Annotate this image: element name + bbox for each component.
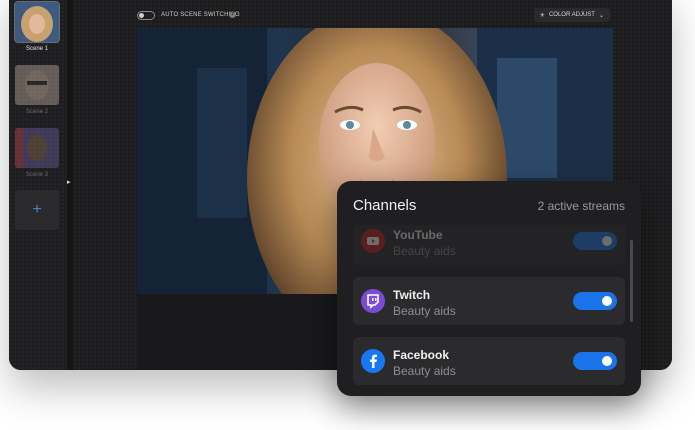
chevron-down-icon: ⌄ bbox=[598, 12, 604, 19]
channel-toggle[interactable] bbox=[573, 352, 617, 370]
channel-toggle[interactable] bbox=[573, 232, 617, 250]
channels-panel: Channels 2 active streams YouTube Beauty… bbox=[337, 181, 641, 396]
channel-name: YouTube bbox=[393, 228, 443, 242]
scene-item-2[interactable]: Scene 2 bbox=[15, 65, 59, 115]
color-adjust-label: COLOR ADJUST bbox=[548, 12, 595, 18]
scene-thumbnail bbox=[15, 128, 59, 168]
channel-name: Facebook bbox=[393, 348, 450, 362]
scene-item-3[interactable]: Scene 3 bbox=[15, 128, 59, 178]
scene-thumbnail bbox=[14, 1, 60, 43]
channel-subtitle: Beauty aids bbox=[393, 364, 456, 378]
scene-sidebar: Scene 1 Scene 2 Scene 3 + bbox=[9, 0, 67, 370]
youtube-icon bbox=[361, 229, 385, 253]
channel-item-twitch[interactable]: Twitch Beauty aids bbox=[353, 277, 625, 325]
scene-thumbnail bbox=[15, 65, 59, 105]
scene-item-1[interactable]: Scene 1 bbox=[14, 1, 60, 52]
channel-subtitle: Beauty aids bbox=[393, 244, 456, 258]
scene-label: Scene 1 bbox=[25, 46, 49, 52]
plus-icon: + bbox=[32, 201, 42, 218]
auto-scene-toggle[interactable] bbox=[137, 11, 155, 20]
twitch-icon bbox=[361, 289, 385, 313]
color-adjust-button[interactable]: ☀ COLOR ADJUST ⌄ bbox=[533, 8, 610, 22]
help-icon[interactable]: ? bbox=[229, 11, 236, 18]
scene-label: Scene 2 bbox=[25, 109, 49, 115]
preview-toolbar: AUTO SCENE SWITCHING ? ☀ COLOR ADJUST ⌄ bbox=[137, 8, 610, 26]
channel-name: Twitch bbox=[393, 288, 431, 302]
add-scene-button[interactable]: + bbox=[15, 190, 59, 230]
channel-toggle[interactable] bbox=[573, 292, 617, 310]
channels-list[interactable]: YouTube Beauty aids Twitch Beauty aids F… bbox=[353, 225, 625, 396]
channels-scrollbar[interactable] bbox=[630, 240, 633, 322]
scene-label: Scene 3 bbox=[25, 172, 49, 178]
channel-item-facebook[interactable]: Facebook Beauty aids bbox=[353, 337, 625, 385]
facebook-icon bbox=[361, 349, 385, 373]
channel-subtitle: Beauty aids bbox=[393, 304, 456, 318]
brightness-icon: ☀ bbox=[539, 12, 545, 19]
active-streams-count: 2 active streams bbox=[537, 199, 625, 213]
channels-title: Channels bbox=[353, 197, 417, 214]
channel-item-youtube[interactable]: YouTube Beauty aids bbox=[353, 225, 625, 265]
